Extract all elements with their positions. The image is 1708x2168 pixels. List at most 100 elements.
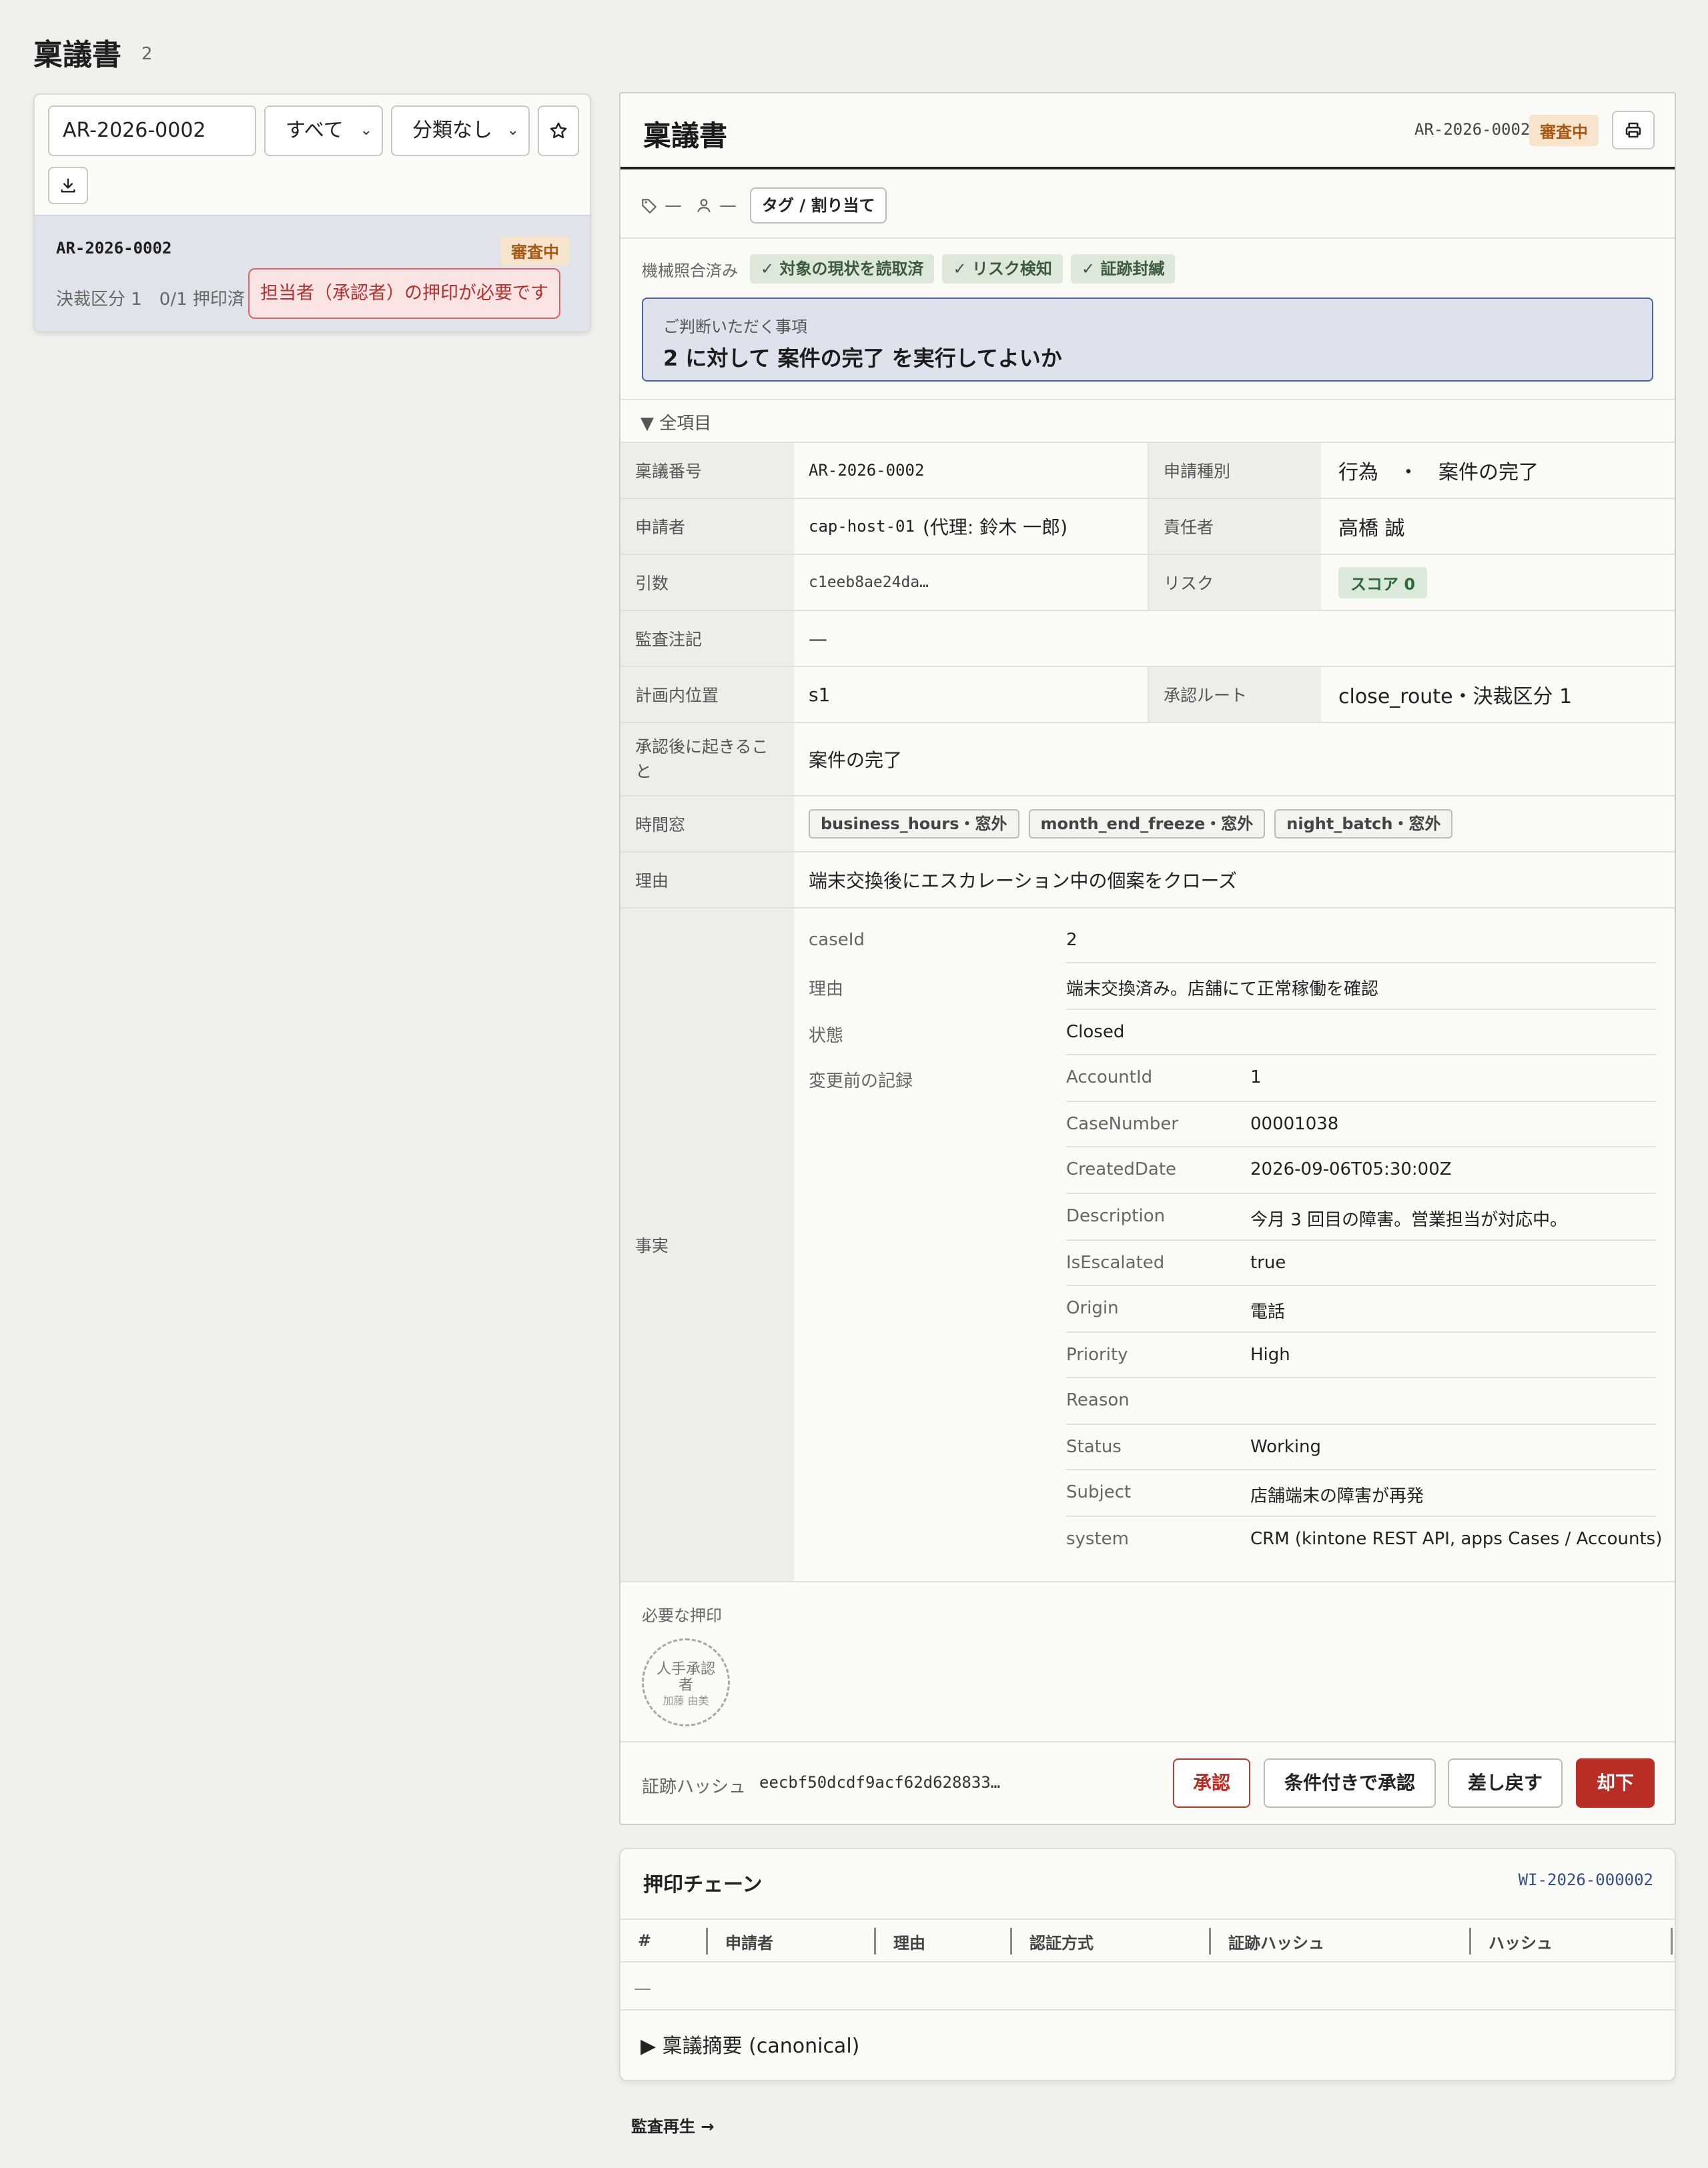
divider [1066,1424,1656,1425]
row-label: 理由 [620,853,794,907]
divider [1066,1239,1656,1241]
fact-value: 電話 [1250,1302,1286,1322]
status-badge: 審査中 [1529,115,1599,146]
status-select[interactable]: すべて ⌄ [264,105,383,156]
fact-key: system [1066,1529,1129,1549]
facts-row: 事実 caseId 2 理由 端末交換済み。店舗にて正常稼働を確認 状態 Clo… [620,907,1675,1581]
divider [1066,1193,1656,1194]
chain-empty: — [634,1979,651,1999]
fact-value: 1 [1250,1067,1262,1087]
divider [1066,1469,1656,1470]
window-chip: night_batch・窓外 [1274,809,1453,839]
table-row: 申請者 cap-host-01 (代理: 鈴木 一郎) 責任者 高橋 誠 [620,498,1675,554]
all-items-toggle[interactable]: ▼ 全項目 [640,410,711,434]
divider [1066,1516,1656,1517]
page-count: 2 [141,44,153,64]
decision-box: ご判断いただく事項 2 に対して 案件の完了 を実行してよいか [642,298,1653,382]
table-row: 引数 c1eeb8ae24da… リスク スコア 0 [620,554,1675,610]
risk-score-badge: スコア 0 [1338,566,1428,598]
arguments: c1eeb8ae24da… [809,574,929,591]
fact-value: CRM (kintone REST API, apps Cases / Acco… [1250,1529,1663,1549]
decision-label: ご判断いただく事項 [663,318,807,336]
column-resize-handle[interactable] [1671,1928,1690,1955]
reject-button[interactable]: 却下 [1576,1758,1655,1808]
category-select[interactable]: 分類なし ⌄ [391,105,530,156]
detail-title: 稟議書 [643,119,728,152]
owner: 高橋 誠 [1338,517,1405,540]
user-icon [697,199,711,213]
row-label: 事実 [620,909,794,1581]
fact-value: true [1250,1253,1286,1273]
svg-text:加藤 由美: 加藤 由美 [663,1694,709,1707]
hash-value: eecbf50dcdf9acf62d628833… [759,1773,1001,1792]
row-label: 申請者 [620,499,794,554]
fact-key: 状態 [809,1026,844,1046]
audit-replay-link[interactable]: 監査再生 → [631,2113,714,2137]
column-header: 理由 [874,1928,925,1955]
row-label: 責任者 [1148,499,1321,554]
column-header: ハッシュ [1469,1928,1553,1955]
divider [620,399,1675,400]
fact-key: 理由 [809,979,844,999]
send-back-button[interactable]: 差し戻す [1448,1758,1563,1808]
favorite-button[interactable] [538,105,579,156]
fact-value: 2026-09-06T05:30:00Z [1250,1159,1452,1179]
approve-button[interactable]: 承認 [1173,1758,1250,1808]
svg-text:人手承認: 人手承認 [657,1661,715,1678]
applicant-proxy: (代理: 鈴木 一郎) [922,516,1068,538]
window-chip: month_end_freeze・窓外 [1028,809,1266,839]
fact-key: Status [1066,1437,1122,1457]
divider [1066,1285,1656,1286]
header-divider [620,167,1675,169]
status-badge: 審査中 [500,236,570,265]
fact-key: 変更前の記録 [809,1071,913,1091]
divider [1066,1054,1656,1055]
search-input[interactable]: AR-2026-0002 [48,105,256,156]
fact-key: CreatedDate [1066,1159,1177,1179]
table-row: 承認後に起きること 案件の完了 [620,722,1675,795]
table-row: 稟議番号 AR-2026-0002 申請種別 行為 ・ 案件の完了 [620,442,1675,498]
fact-value: 00001038 [1250,1114,1339,1134]
divider [1066,962,1656,963]
hash-label: 証跡ハッシュ [642,1777,747,1797]
approver-stamp: 人手承認 者 加藤 由美 [642,1638,730,1726]
fact-value: Closed [1066,1022,1125,1042]
row-label: 計画内位置 [620,667,794,722]
audit-note: — [809,627,827,650]
tag-assign-button[interactable]: タグ / 割り当て [750,187,887,223]
fact-value: High [1250,1345,1290,1365]
fact-value: 2 [1066,930,1078,950]
download-icon [61,178,75,193]
row-label: リスク [1148,555,1321,610]
tag-icon [642,199,657,213]
status-select-value: すべて [286,119,344,142]
fact-key: Origin [1066,1298,1119,1318]
divider [1066,1101,1656,1102]
after-approval: 案件の完了 [809,749,903,771]
canonical-summary-toggle[interactable]: ▶ 稟議摘要 (canonical) [640,2029,859,2059]
star-icon [550,122,567,139]
printer-icon [1625,122,1641,138]
stamp-chain-card: 押印チェーン WI-2026-000002 # 申請者 理由 認証方式 証跡ハッ… [619,1848,1676,2081]
download-button[interactable] [48,167,88,204]
ringi-detail-card: 稟議書 AR-2026-0002 審査中 — — タグ / 割り当て 機械照合済… [619,92,1676,1825]
divider [1066,1009,1656,1010]
stamp-seal: 人手承認 者 加藤 由美 [657,1661,715,1707]
list-item[interactable]: AR-2026-0002 審査中 決裁区分 1 0/1 押印済 担当者（承認者）… [35,215,590,331]
divider [620,1581,1675,1582]
column-header: 認証方式 [1010,1928,1094,1955]
divider [1066,1377,1656,1378]
row-label: 引数 [620,555,794,610]
print-button[interactable] [1612,111,1655,149]
verification-row: 機械照合済み ✓ 対象の現状を読取済 ✓ リスク検知 ✓ 証跡封緘 [642,253,1176,284]
row-label: 監査注記 [620,611,794,666]
decision-text: 2 に対して 案件の完了 を実行してよいか [663,346,1062,371]
fact-key: IsEscalated [1066,1253,1165,1273]
divider [620,2009,1675,2011]
fact-value: 店舗端末の障害が再発 [1250,1486,1424,1506]
svg-text:者: 者 [679,1677,693,1694]
conditional-approve-button[interactable]: 条件付きで承認 [1264,1758,1436,1808]
filter-panel: AR-2026-0002 すべて ⌄ 分類なし ⌄ AR-2026-0002 審… [33,93,591,332]
column-header: 証跡ハッシュ [1209,1928,1324,1955]
approval-route: close_route・決裁区分 1 [1338,685,1573,708]
